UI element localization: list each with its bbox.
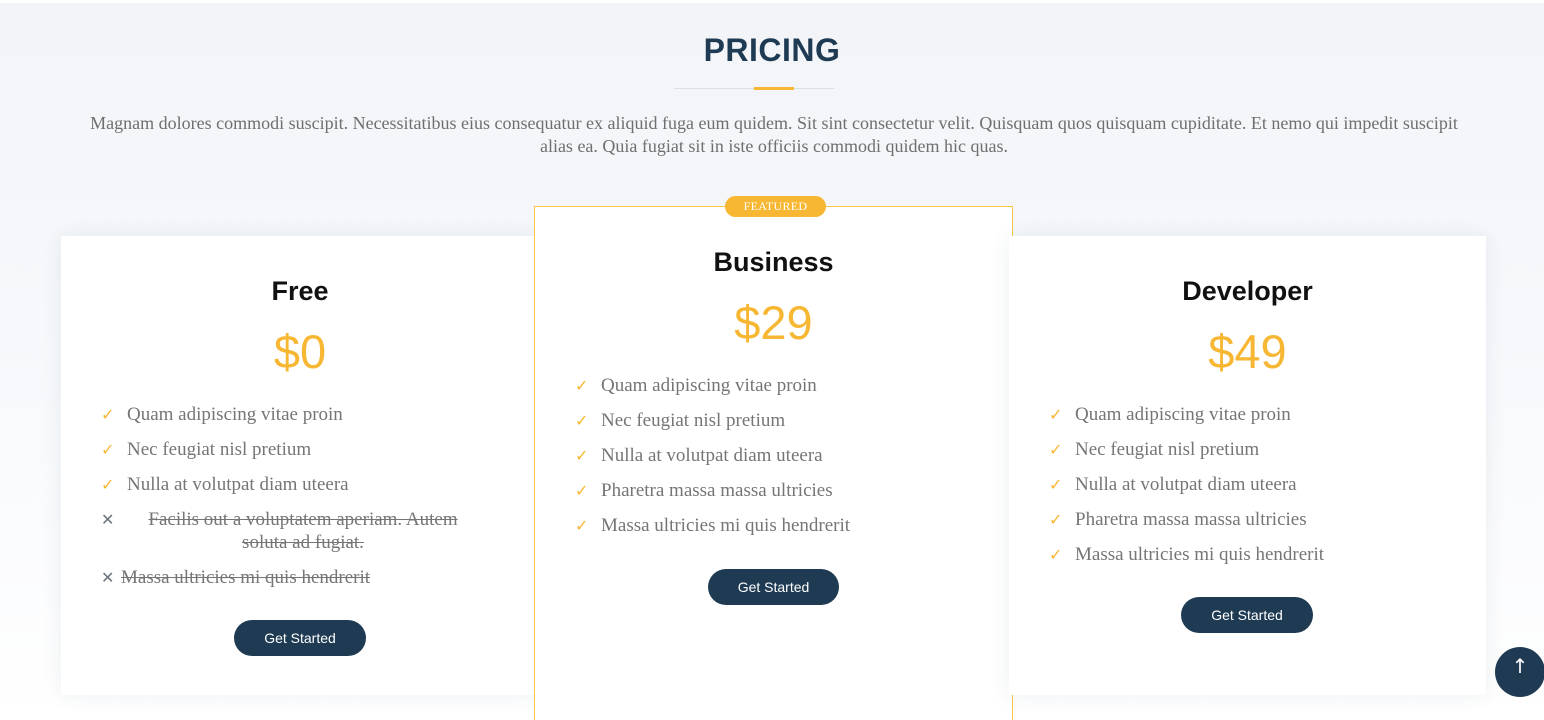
feature-text: Nec feugiat nisl pretium xyxy=(1075,439,1260,460)
plan-name: Business xyxy=(713,247,834,277)
feature-text: Massa ultricies mi quis hendrerit xyxy=(1075,544,1325,565)
feature-item: ✓ Massa ultricies mi quis hendrerit xyxy=(1049,543,1449,566)
check-icon: ✓ xyxy=(101,405,115,424)
feature-text: Massa ultricies mi quis hendrerit xyxy=(121,567,371,588)
check-icon: ✓ xyxy=(1049,545,1063,564)
feature-text: Nulla at volutpat diam uteera xyxy=(127,474,349,495)
top-strip xyxy=(0,0,1544,3)
feature-item: ✓ Pharetra massa massa ultricies xyxy=(1049,508,1449,531)
feature-item-unavailable: ✕ Massa ultricies mi quis hendrerit xyxy=(101,566,501,589)
pricing-card-developer: Developer $49 ✓ Quam adipiscing vitae pr… xyxy=(1009,236,1486,695)
check-icon: ✓ xyxy=(1049,405,1063,424)
check-icon: ✓ xyxy=(575,446,589,465)
feature-text: Nec feugiat nisl pretium xyxy=(601,410,786,431)
arrow-up-icon: ↑ xyxy=(1511,654,1529,678)
check-icon: ✓ xyxy=(1049,440,1063,459)
check-icon: ✓ xyxy=(575,376,589,395)
feature-text: Quam adipiscing vitae proin xyxy=(127,404,343,425)
section-description: Magnam dolores commodi suscipit. Necessi… xyxy=(90,113,1458,156)
feature-text: Nec feugiat nisl pretium xyxy=(127,439,312,460)
check-icon: ✓ xyxy=(575,516,589,535)
feature-text: Facilis out a voluptatem aperiam. Autem … xyxy=(148,509,458,553)
feature-text: Pharetra massa massa ultricies xyxy=(1075,509,1307,530)
pricing-card-free: Free $0 ✓ Quam adipiscing vitae proin ✓ … xyxy=(61,236,539,695)
title-accent-bar xyxy=(754,87,794,90)
feature-item: ✓ Quam adipiscing vitae proin xyxy=(1049,403,1449,426)
plan-name: Developer xyxy=(1182,276,1313,306)
check-icon: ✓ xyxy=(1049,510,1063,529)
feature-item: ✓ Quam adipiscing vitae proin xyxy=(575,374,975,397)
plan-price: $49 xyxy=(1208,325,1287,378)
feature-list: ✓ Quam adipiscing vitae proin ✓ Nec feug… xyxy=(1049,403,1449,566)
feature-text: Massa ultricies mi quis hendrerit xyxy=(601,515,851,536)
plan-price: $0 xyxy=(273,325,327,378)
check-icon: ✓ xyxy=(575,481,589,500)
check-icon: ✓ xyxy=(101,440,115,459)
feature-text: Pharetra massa massa ultricies xyxy=(601,480,833,501)
section-title: PRICING xyxy=(703,32,841,68)
back-to-top-button[interactable]: ↑ xyxy=(1495,647,1544,697)
check-icon: ✓ xyxy=(101,475,115,494)
get-started-button[interactable]: Get Started xyxy=(708,569,839,605)
feature-item: ✓ Nulla at volutpat diam uteera xyxy=(101,473,501,496)
feature-item-unavailable: ✕ Facilis out a voluptatem aperiam. Aute… xyxy=(101,508,501,554)
feature-item: ✓ Nec feugiat nisl pretium xyxy=(101,438,501,461)
pricing-card-business: Business $29 ✓ Quam adipiscing vitae pro… xyxy=(534,206,1013,720)
get-started-button[interactable]: Get Started xyxy=(234,620,366,656)
feature-item: ✓ Nec feugiat nisl pretium xyxy=(1049,438,1449,461)
feature-item: ✓ Nulla at volutpat diam uteera xyxy=(1049,473,1449,496)
feature-text: Quam adipiscing vitae proin xyxy=(1075,404,1291,425)
feature-item: ✓ Nulla at volutpat diam uteera xyxy=(575,444,975,467)
plan-price: $29 xyxy=(734,296,813,349)
feature-list: ✓ Quam adipiscing vitae proin ✓ Nec feug… xyxy=(575,374,975,537)
feature-item: ✓ Pharetra massa massa ultricies xyxy=(575,479,975,502)
feature-text: Quam adipiscing vitae proin xyxy=(601,375,817,396)
x-icon: ✕ xyxy=(101,568,115,587)
feature-item: ✓ Nec feugiat nisl pretium xyxy=(575,409,975,432)
feature-item: ✓ Quam adipiscing vitae proin xyxy=(101,403,501,426)
x-icon: ✕ xyxy=(101,510,115,529)
feature-text: Nulla at volutpat diam uteera xyxy=(1075,474,1297,495)
check-icon: ✓ xyxy=(575,411,589,430)
plan-name: Free xyxy=(271,276,329,306)
feature-list: ✓ Quam adipiscing vitae proin ✓ Nec feug… xyxy=(101,403,501,589)
feature-text: Nulla at volutpat diam uteera xyxy=(601,445,823,466)
check-icon: ✓ xyxy=(1049,475,1063,494)
featured-badge: FEATURED xyxy=(725,196,826,217)
feature-item: ✓ Massa ultricies mi quis hendrerit xyxy=(575,514,975,537)
get-started-button[interactable]: Get Started xyxy=(1181,597,1313,633)
